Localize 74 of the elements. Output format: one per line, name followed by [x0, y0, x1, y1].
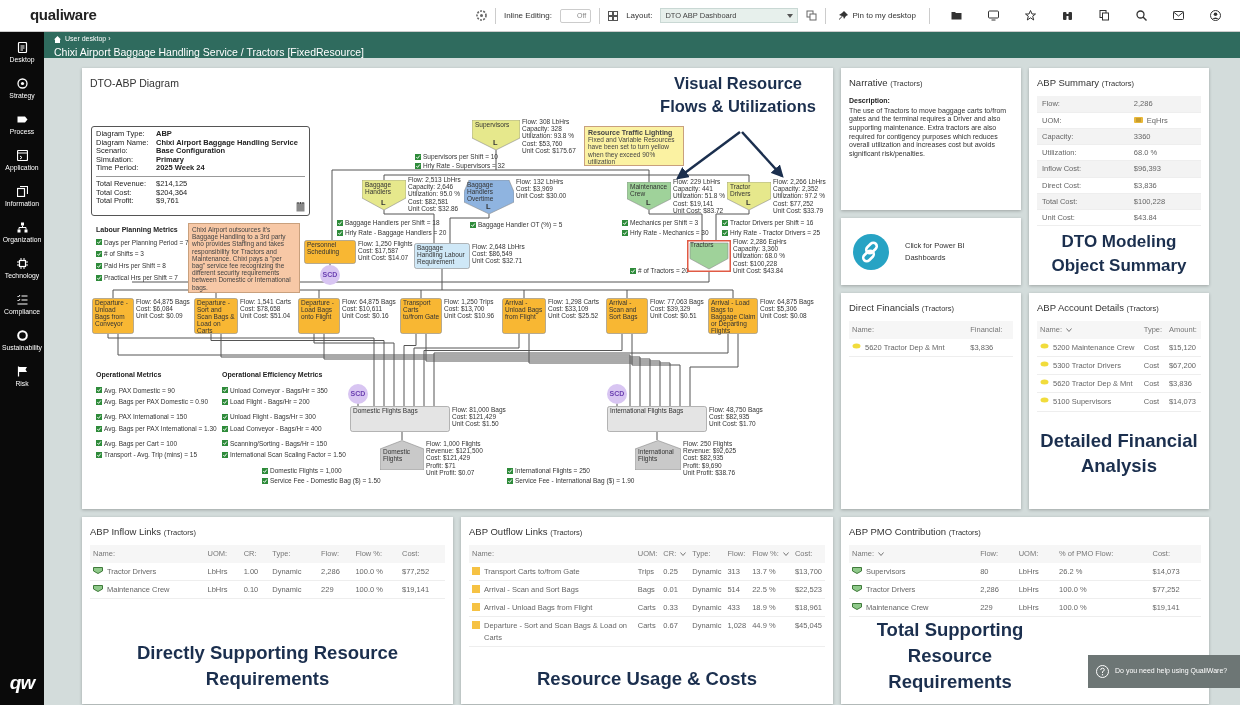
caret-icon[interactable]	[782, 551, 789, 556]
callout-text: Detailed Financial Analysis	[1039, 428, 1199, 479]
monitor-icon[interactable]	[988, 10, 999, 21]
check-icon	[507, 477, 513, 484]
check-icon	[96, 387, 102, 394]
star-icon[interactable]	[1025, 10, 1036, 21]
check-icon	[96, 251, 102, 258]
check-icon	[622, 219, 628, 226]
check-icon	[415, 153, 421, 160]
check-icon	[222, 452, 228, 459]
check-icon	[337, 229, 343, 236]
caret-icon[interactable]	[1066, 327, 1073, 332]
help-icon	[1096, 665, 1109, 678]
link-icon[interactable]	[853, 233, 889, 270]
check-icon	[96, 452, 102, 459]
check-icon	[96, 399, 102, 406]
copy-icon[interactable]	[1099, 10, 1110, 21]
target-icon	[16, 78, 28, 90]
ring-icon	[16, 330, 28, 342]
callout-text: Resource Usage & Costs	[536, 667, 758, 692]
tag-icon	[16, 114, 28, 126]
window-icon	[16, 150, 28, 162]
diagram-title: DTO-ABP Diagram	[90, 76, 179, 91]
check-icon	[222, 425, 228, 432]
grid-icon	[608, 10, 619, 21]
notepad-icon	[296, 201, 305, 212]
folder-icon[interactable]	[951, 10, 962, 21]
callout-text: Total Supporting Resource Requirements	[875, 618, 1025, 695]
inline-editing-label: Inline Editing:	[503, 9, 552, 22]
layout-label: Layout:	[626, 9, 653, 22]
callout-text: Visual Resource Flows & Utilizations	[659, 73, 817, 118]
check-icon	[337, 219, 343, 226]
caret-icon[interactable]	[680, 551, 687, 556]
mail-icon[interactable]	[1173, 10, 1184, 21]
check-icon	[630, 267, 636, 274]
callout-text: DTO Modeling Object Summary	[1050, 231, 1188, 278]
check-icon	[262, 477, 268, 484]
page-title: Chixi Airport Baggage Handling Service / Tractors [FixedResource]	[54, 44, 365, 60]
caret-icon[interactable]	[878, 551, 885, 556]
check-icon	[222, 440, 228, 447]
check-icon	[622, 229, 628, 236]
check-icon	[507, 467, 513, 474]
search-icon[interactable]	[1136, 10, 1147, 21]
check-icon	[722, 229, 728, 236]
org-chart-icon	[16, 222, 28, 234]
logo: qw	[9, 670, 35, 695]
check-icon	[96, 274, 102, 281]
callout-text: Directly Supporting Resource Requirements	[135, 641, 400, 692]
caret-icon	[787, 13, 794, 18]
check-icon	[470, 221, 476, 228]
connector-line	[656, 431, 658, 441]
check-icon	[722, 219, 728, 226]
pin-icon	[839, 11, 849, 20]
chip-icon	[16, 258, 28, 270]
connector-line	[401, 431, 403, 441]
check-icon	[96, 262, 102, 269]
home-icon	[54, 35, 61, 43]
check-icon	[262, 467, 268, 474]
user-icon[interactable]	[1210, 10, 1221, 21]
checklist-icon	[16, 294, 28, 306]
gear-icon[interactable]	[475, 10, 487, 21]
pages-icon	[16, 186, 28, 198]
check-icon	[222, 387, 228, 394]
check-icon	[96, 425, 102, 432]
check-icon	[222, 413, 228, 420]
check-icon	[415, 162, 421, 169]
flag-icon	[16, 366, 28, 378]
check-icon	[96, 239, 102, 246]
check-icon	[222, 399, 228, 406]
logo: qualiware	[30, 5, 97, 26]
check-icon	[96, 413, 102, 420]
document-icon	[16, 42, 28, 54]
pin-button[interactable]: Pin to my desktop	[834, 9, 921, 22]
check-icon	[96, 440, 102, 447]
